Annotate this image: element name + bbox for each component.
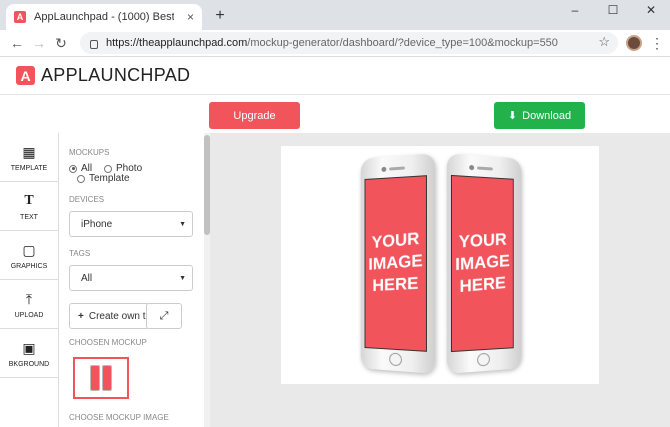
nav-item-background[interactable]: ▣ BKGROUND [0,329,58,378]
square-icon: ▢ [22,241,36,258]
nav-item-template[interactable]: ▦ TEMPLATE [0,133,58,182]
devices-select[interactable]: iPhone ▼ [69,211,193,237]
left-nav: ▦ TEMPLATE T TEXT ▢ GRAPHICS ⤒ UPLOAD ▣ … [0,133,59,427]
browser-tab[interactable]: A AppLaunchpad - (1000) Best Free × [6,4,202,30]
browser-tab-strip: A AppLaunchpad - (1000) Best Free × + – … [0,0,670,30]
plus-icon: + [78,310,84,322]
tab-title: AppLaunchpad - (1000) Best Free [34,11,174,23]
thumb-phone [90,365,100,391]
speaker-icon [389,166,405,171]
url-text: https://theapplaunchpad.com/mockup-gener… [106,37,558,49]
profile-avatar[interactable] [626,35,642,51]
forward-arrow-icon[interactable]: → [30,34,48,52]
more-menu-icon[interactable]: ⋮ [650,34,664,52]
tags-select[interactable]: All ▼ [69,265,193,291]
tab-close-icon[interactable]: × [187,10,194,24]
new-tab-button[interactable]: + [210,6,230,26]
camera-icon [469,164,475,171]
nav-item-text[interactable]: T TEXT [0,182,58,231]
chevron-down-icon: ▼ [179,274,186,282]
chosen-mockup-label: CHOOSEN MOCKUP [69,338,147,347]
address-bar[interactable]: https://theapplaunchpad.com/mockup-gener… [80,32,618,54]
phone-mockup-right[interactable]: YOUR IMAGE HERE [446,153,522,374]
mockup-canvas[interactable]: YOUR IMAGE HERE YOUR IMAGE HERE [281,146,599,384]
phone-screen-right[interactable]: YOUR IMAGE HERE [450,174,514,353]
chosen-mockup-thumbnail[interactable] [73,357,129,399]
site-header: A APPLAUNCHPAD [0,57,670,95]
devices-label: DEVICES [69,195,105,204]
minimize-button[interactable]: – [556,0,594,22]
lock-icon [90,39,98,49]
back-arrow-icon[interactable]: ← [8,34,26,52]
favicon-icon: A [14,11,26,23]
tags-label: TAGS [69,249,91,258]
speaker-icon [477,166,493,171]
chevron-down-icon: ▼ [179,220,186,228]
radio-indicator[interactable] [69,164,77,173]
expand-icon: ⤢ [159,309,169,322]
phone-screen-left[interactable]: YOUR IMAGE HERE [364,175,427,352]
nav-item-graphics[interactable]: ▢ GRAPHICS [0,231,58,280]
home-button-icon [389,352,402,367]
logo-icon[interactable]: A [16,66,35,85]
logo-text[interactable]: APPLAUNCHPAD [41,65,190,86]
reload-icon[interactable]: ↻ [52,34,70,52]
text-icon: T [24,192,34,208]
upgrade-button[interactable]: Upgrade [209,102,300,129]
download-icon: ⬇ [507,110,518,122]
thumb-phone [102,365,112,391]
maximize-button[interactable]: ☐ [594,0,632,22]
grid-icon: ▦ [22,143,36,160]
browser-toolbar: ← → ↻ https://theapplaunchpad.com/mockup… [0,30,670,57]
options-panel: MOCKUPS All Photo Template DEVICES iPhon… [60,133,210,427]
canvas-area: YOUR IMAGE HERE YOUR IMAGE HERE [210,133,670,427]
radio-template[interactable]: Template [77,173,130,184]
nav-item-upload[interactable]: ⤒ UPLOAD [0,280,58,329]
create-own-template-button[interactable]: + Create own te [69,303,149,329]
home-button-icon [477,352,490,367]
mockups-label: MOCKUPS [69,148,110,157]
close-window-button[interactable]: ✕ [632,0,670,22]
bookmark-star-icon[interactable]: ☆ [598,34,610,50]
radio-indicator[interactable] [77,174,85,183]
radio-indicator[interactable] [104,164,112,173]
upload-icon: ⤒ [25,290,33,307]
choose-mockup-image-label: CHOOSE MOCKUP IMAGE [69,413,169,422]
download-button[interactable]: ⬇ Download [494,102,585,129]
phone-mockup-left[interactable]: YOUR IMAGE HERE [360,153,436,374]
expand-button[interactable]: ⤢ [146,303,182,329]
image-icon: ▣ [22,339,36,356]
download-label: Download [522,109,572,122]
action-bar: Upgrade ⬇ Download [0,96,670,132]
camera-icon [381,166,387,173]
